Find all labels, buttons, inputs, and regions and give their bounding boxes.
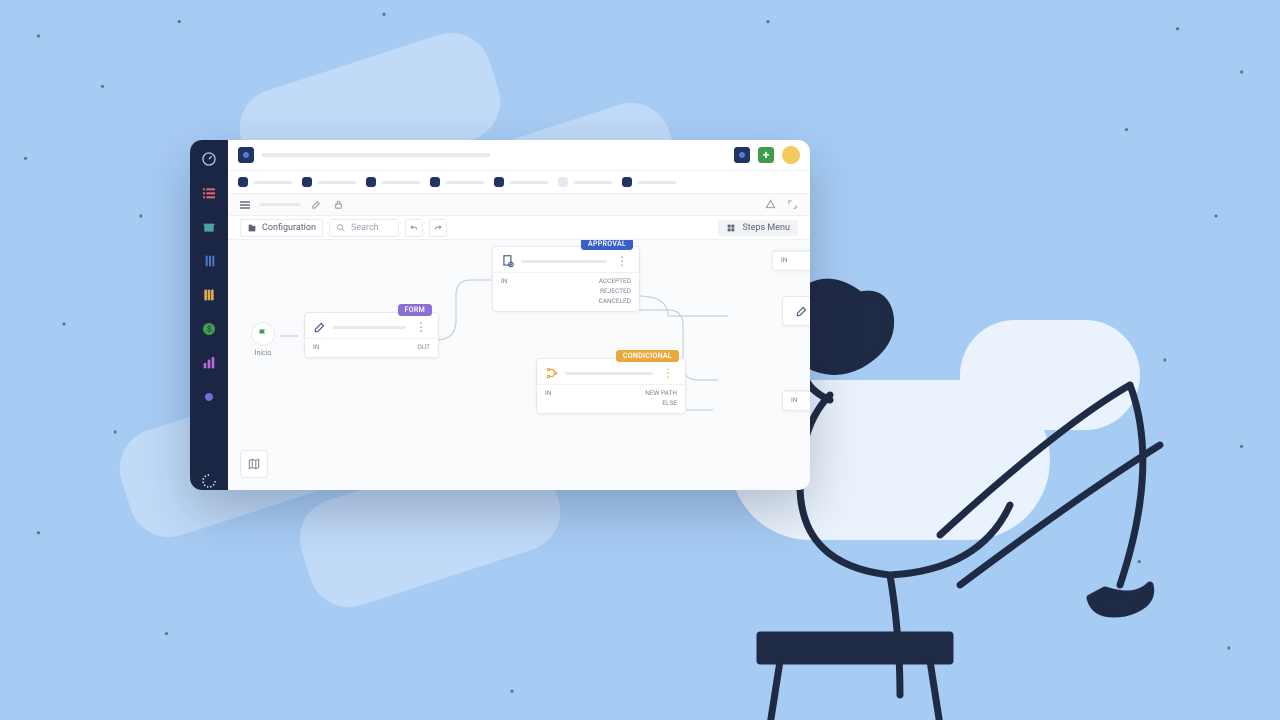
tab-item[interactable] xyxy=(302,177,356,187)
nav-dashboard-icon[interactable] xyxy=(200,150,218,168)
conditional-tag: CONDICIONAL xyxy=(616,350,679,362)
search-input[interactable]: Search xyxy=(329,219,399,237)
workflow-toolbar: Configuration Search Steps Menu xyxy=(228,216,810,240)
tab-item-inactive[interactable] xyxy=(558,177,612,187)
tabbar xyxy=(228,170,810,194)
port-in[interactable]: IN xyxy=(791,395,797,405)
expand-icon[interactable] xyxy=(786,199,798,211)
node-title-placeholder xyxy=(333,326,406,329)
nav-record-icon[interactable] xyxy=(200,388,218,406)
subbar xyxy=(228,194,810,216)
edit-icon xyxy=(795,304,809,318)
flag-icon xyxy=(251,322,275,346)
approval-tag: APPROVAL xyxy=(581,240,633,250)
topbar: + xyxy=(228,140,810,170)
tab-item[interactable] xyxy=(622,177,676,187)
configuration-button[interactable]: Configuration xyxy=(240,219,323,237)
nav-logo-icon[interactable] xyxy=(200,472,218,490)
sidebar: $ xyxy=(190,140,228,490)
node-menu-icon[interactable]: ⋮ xyxy=(659,367,677,379)
configuration-label: Configuration xyxy=(262,223,316,233)
workflow-canvas[interactable]: Inicio FORM ⋮ IN OUT APPROVAL xyxy=(228,240,810,490)
port-in[interactable]: IN xyxy=(313,342,319,352)
nav-analytics-icon[interactable] xyxy=(200,354,218,372)
partial-node-edit[interactable] xyxy=(782,296,810,326)
port-accepted[interactable]: ACCEPTED xyxy=(599,276,631,286)
nav-list-icon[interactable] xyxy=(200,184,218,202)
port-rejected[interactable]: REJECTED xyxy=(600,286,631,296)
port-in[interactable]: IN xyxy=(781,255,787,265)
edit-icon[interactable] xyxy=(310,199,322,211)
node-title-placeholder xyxy=(521,260,607,263)
port-out[interactable]: OUT xyxy=(417,342,430,352)
port-new-path[interactable]: NEW PATH xyxy=(645,388,677,398)
nav-book-icon[interactable] xyxy=(200,286,218,304)
nav-database-icon[interactable] xyxy=(200,252,218,270)
steps-menu-label: Steps Menu xyxy=(742,223,790,233)
approval-node[interactable]: APPROVAL ⋮ IN ACCEPTED REJECTED CANCELED xyxy=(492,246,640,312)
edit-icon xyxy=(313,320,327,334)
app-window: $ + xyxy=(190,140,810,490)
partial-node[interactable]: IN xyxy=(782,390,810,411)
nav-archive-icon[interactable] xyxy=(200,218,218,236)
tab-item[interactable] xyxy=(238,177,292,187)
minimap-button[interactable] xyxy=(240,450,268,478)
breadcrumb-placeholder xyxy=(262,153,490,157)
notifications-button[interactable] xyxy=(734,147,750,163)
start-node[interactable]: Inicio xyxy=(245,322,281,357)
menu-icon[interactable] xyxy=(240,201,250,209)
avatar[interactable] xyxy=(782,146,800,164)
app-switcher-button[interactable] xyxy=(238,147,254,163)
port-canceled[interactable]: CANCELED xyxy=(599,296,632,306)
redo-button[interactable] xyxy=(429,219,447,237)
title-placeholder xyxy=(260,203,300,206)
lock-icon[interactable] xyxy=(332,199,344,211)
node-menu-icon[interactable]: ⋮ xyxy=(412,321,430,333)
search-placeholder: Search xyxy=(351,223,379,233)
port-in[interactable]: IN xyxy=(501,276,507,286)
node-title-placeholder xyxy=(565,372,653,375)
document-check-icon xyxy=(501,254,515,268)
steps-menu-button[interactable]: Steps Menu xyxy=(718,220,798,236)
undo-button[interactable] xyxy=(405,219,423,237)
tab-item[interactable] xyxy=(494,177,548,187)
start-label: Inicio xyxy=(245,349,281,357)
warning-icon[interactable] xyxy=(764,199,776,211)
svg-text:$: $ xyxy=(207,325,211,334)
main: + Configuration xyxy=(228,140,810,490)
tab-item[interactable] xyxy=(366,177,420,187)
nav-money-icon[interactable]: $ xyxy=(200,320,218,338)
node-menu-icon[interactable]: ⋮ xyxy=(613,255,631,267)
conditional-node[interactable]: CONDICIONAL ⋮ IN NEW PATH ELSE xyxy=(536,358,686,414)
port-in[interactable]: IN xyxy=(545,388,551,398)
tab-item[interactable] xyxy=(430,177,484,187)
add-button[interactable]: + xyxy=(758,147,774,163)
partial-node[interactable]: IN xyxy=(772,250,810,271)
branch-icon xyxy=(545,366,559,380)
port-else[interactable]: ELSE xyxy=(662,398,677,408)
form-tag: FORM xyxy=(398,304,432,316)
form-node[interactable]: FORM ⋮ IN OUT xyxy=(304,312,439,358)
